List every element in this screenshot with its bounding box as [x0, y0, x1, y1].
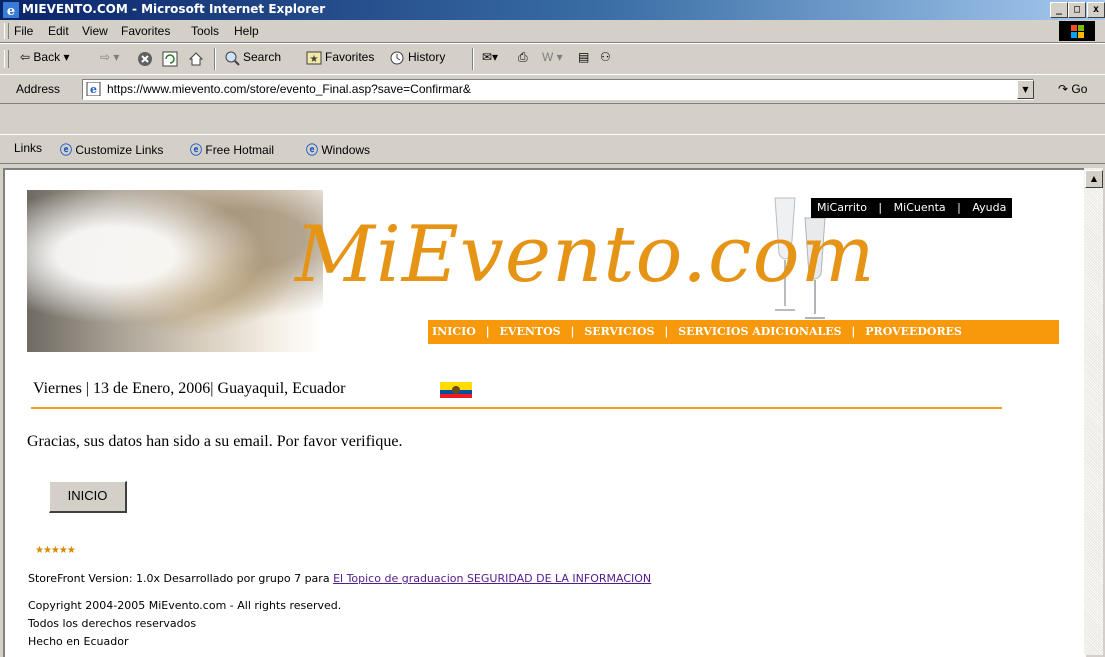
- link-customize-links[interactable]: ⓔ Customize Links: [60, 141, 163, 158]
- nav-separator: |: [878, 201, 883, 214]
- links-label: Links: [14, 141, 43, 155]
- main-nav: INICIO | EVENTOS | SERVICIOS | SERVICIOS…: [428, 320, 1059, 344]
- nav-servicios[interactable]: SERVICIOS: [584, 320, 654, 344]
- nav-micarrito[interactable]: MiCarrito: [817, 198, 867, 218]
- svg-text:e: e: [7, 4, 15, 18]
- menu-help[interactable]: Help: [234, 24, 259, 38]
- nav-separator: |: [851, 325, 856, 338]
- nav-servicios-adicionales[interactable]: SERVICIOS ADICIONALES: [678, 320, 841, 344]
- search-label: Search: [243, 50, 282, 65]
- nav-separator: |: [570, 325, 575, 338]
- mail-icon[interactable]: ✉▾: [482, 50, 498, 64]
- graduation-topic-link[interactable]: El Topico de graduacion SEGURIDAD DE LA …: [333, 572, 651, 585]
- link-label: Free Hotmail: [205, 143, 275, 157]
- toolbar-grip[interactable]: [4, 23, 9, 39]
- orange-divider: [31, 407, 1002, 409]
- stop-icon[interactable]: [137, 51, 153, 67]
- toolbar-separator: [214, 48, 216, 70]
- windows-logo-icon: [1059, 21, 1095, 41]
- window-title: MIEVENTO.COM - Microsoft Internet Explor…: [22, 2, 326, 16]
- history-button[interactable]: History: [389, 50, 445, 66]
- refresh-icon[interactable]: [162, 51, 178, 67]
- favorites-button[interactable]: ★ Favorites: [306, 50, 374, 66]
- menu-favorites[interactable]: Favorites: [121, 24, 170, 38]
- svg-text:e: e: [90, 83, 97, 96]
- link-free-hotmail[interactable]: ⓔ Free Hotmail: [190, 141, 274, 158]
- back-arrow-icon: ⇦: [20, 50, 31, 64]
- address-dropdown-icon[interactable]: ▼: [1017, 80, 1034, 99]
- menu-tools[interactable]: Tools: [191, 24, 219, 38]
- close-button[interactable]: x: [1087, 2, 1105, 18]
- page-viewport[interactable]: MiEvento.com MiCarrito | MiCuenta | Ayud…: [3, 168, 1086, 657]
- forward-arrow-icon: ⇨ ▾: [100, 50, 120, 64]
- address-label: Address: [16, 82, 61, 96]
- menu-edit[interactable]: Edit: [48, 24, 69, 38]
- address-bar: Address e https://www.mievento.com/store…: [0, 74, 1105, 104]
- ecuador-flag-icon: [440, 382, 472, 398]
- menu-bar: File Edit View Favorites Tools Help: [0, 20, 1105, 43]
- dateline: Viernes | 13 de Enero, 2006| Guayaquil, …: [33, 380, 346, 397]
- link-label: Customize Links: [75, 143, 164, 157]
- standard-toolbar: ⇦ Back ▾ ⇨ ▾ Search ★ Favorites History ✉…: [0, 43, 1105, 75]
- page-icon: e: [86, 82, 101, 96]
- history-label: History: [408, 50, 446, 65]
- menu-file[interactable]: File: [14, 24, 33, 38]
- back-button[interactable]: ⇦ Back ▾: [20, 50, 69, 64]
- home-icon[interactable]: [188, 51, 204, 67]
- vertical-scrollbar[interactable]: [1084, 168, 1103, 655]
- search-icon: [225, 51, 240, 66]
- links-bar: Links ⓔ Customize Links ⓔ Free Hotmail ⓔ…: [0, 134, 1105, 164]
- nav-separator: |: [664, 325, 669, 338]
- inicio-button[interactable]: INICIO: [49, 481, 127, 513]
- window-titlebar[interactable]: e MIEVENTO.COM - Microsoft Internet Expl…: [0, 0, 1105, 20]
- search-button[interactable]: Search: [224, 50, 281, 66]
- banner-photo: [27, 190, 323, 352]
- rights-text: Todos los derechos reservados: [28, 617, 197, 630]
- ie-page-icon: ⓔ: [60, 143, 73, 157]
- favorites-icon: ★: [306, 51, 322, 65]
- print-icon[interactable]: ⎙: [518, 50, 528, 65]
- storefront-text: StoreFront Version: 1.0x Desarrollado po…: [28, 572, 330, 585]
- favorites-label: Favorites: [325, 50, 375, 65]
- messenger-icon[interactable]: ⚇: [600, 50, 611, 64]
- go-label: Go: [1071, 82, 1088, 96]
- address-url: https://www.mievento.com/store/evento_Fi…: [107, 82, 471, 96]
- scroll-up-arrow-icon[interactable]: ▲: [1085, 170, 1103, 188]
- discuss-icon[interactable]: ▤: [578, 50, 589, 64]
- toolbar-grip[interactable]: [4, 50, 9, 68]
- top-nav: MiCarrito | MiCuenta | Ayuda: [811, 198, 1013, 218]
- minimize-button[interactable]: _: [1050, 2, 1068, 18]
- nav-separator: |: [957, 201, 961, 214]
- nav-inicio[interactable]: INICIO: [432, 320, 476, 344]
- nav-eventos[interactable]: EVENTOS: [500, 320, 561, 344]
- made-in-text: Hecho en Ecuador: [28, 635, 129, 648]
- forward-button[interactable]: ⇨ ▾: [100, 50, 119, 64]
- history-icon: [390, 51, 404, 65]
- rating-stars: ★★★★★: [35, 545, 76, 556]
- confirmation-message: Gracias, sus datos han sido a su email. …: [27, 433, 403, 450]
- link-label: Windows: [321, 143, 371, 157]
- storefront-line: StoreFront Version: 1.0x Desarrollado po…: [28, 572, 651, 585]
- ie-page-icon: ⓔ: [190, 143, 203, 157]
- go-button[interactable]: ↷ Go: [1058, 82, 1087, 96]
- svg-text:★: ★: [310, 54, 319, 65]
- ie-page-icon: ⓔ: [306, 143, 319, 157]
- site-logo[interactable]: MiEvento.com: [295, 210, 876, 300]
- edit-word-icon[interactable]: W ▾: [542, 50, 563, 64]
- maximize-button[interactable]: □: [1068, 2, 1086, 18]
- toolbar-separator: [472, 48, 474, 70]
- go-arrow-icon: ↷: [1058, 82, 1072, 96]
- address-input[interactable]: e https://www.mievento.com/store/evento_…: [82, 79, 1034, 100]
- nav-separator: |: [485, 325, 490, 338]
- link-windows[interactable]: ⓔ Windows: [306, 141, 370, 158]
- nav-proveedores[interactable]: PROVEEDORES: [865, 320, 962, 344]
- nav-ayuda[interactable]: Ayuda: [972, 198, 1006, 218]
- back-label: Back: [33, 50, 61, 64]
- ie-logo-icon: e: [3, 2, 19, 18]
- back-dropdown-icon: ▾: [63, 50, 70, 64]
- copyright-text: Copyright 2004-2005 MiEvento.com - All r…: [28, 599, 342, 612]
- menu-view[interactable]: View: [82, 24, 108, 38]
- nav-micuenta[interactable]: MiCuenta: [894, 198, 946, 218]
